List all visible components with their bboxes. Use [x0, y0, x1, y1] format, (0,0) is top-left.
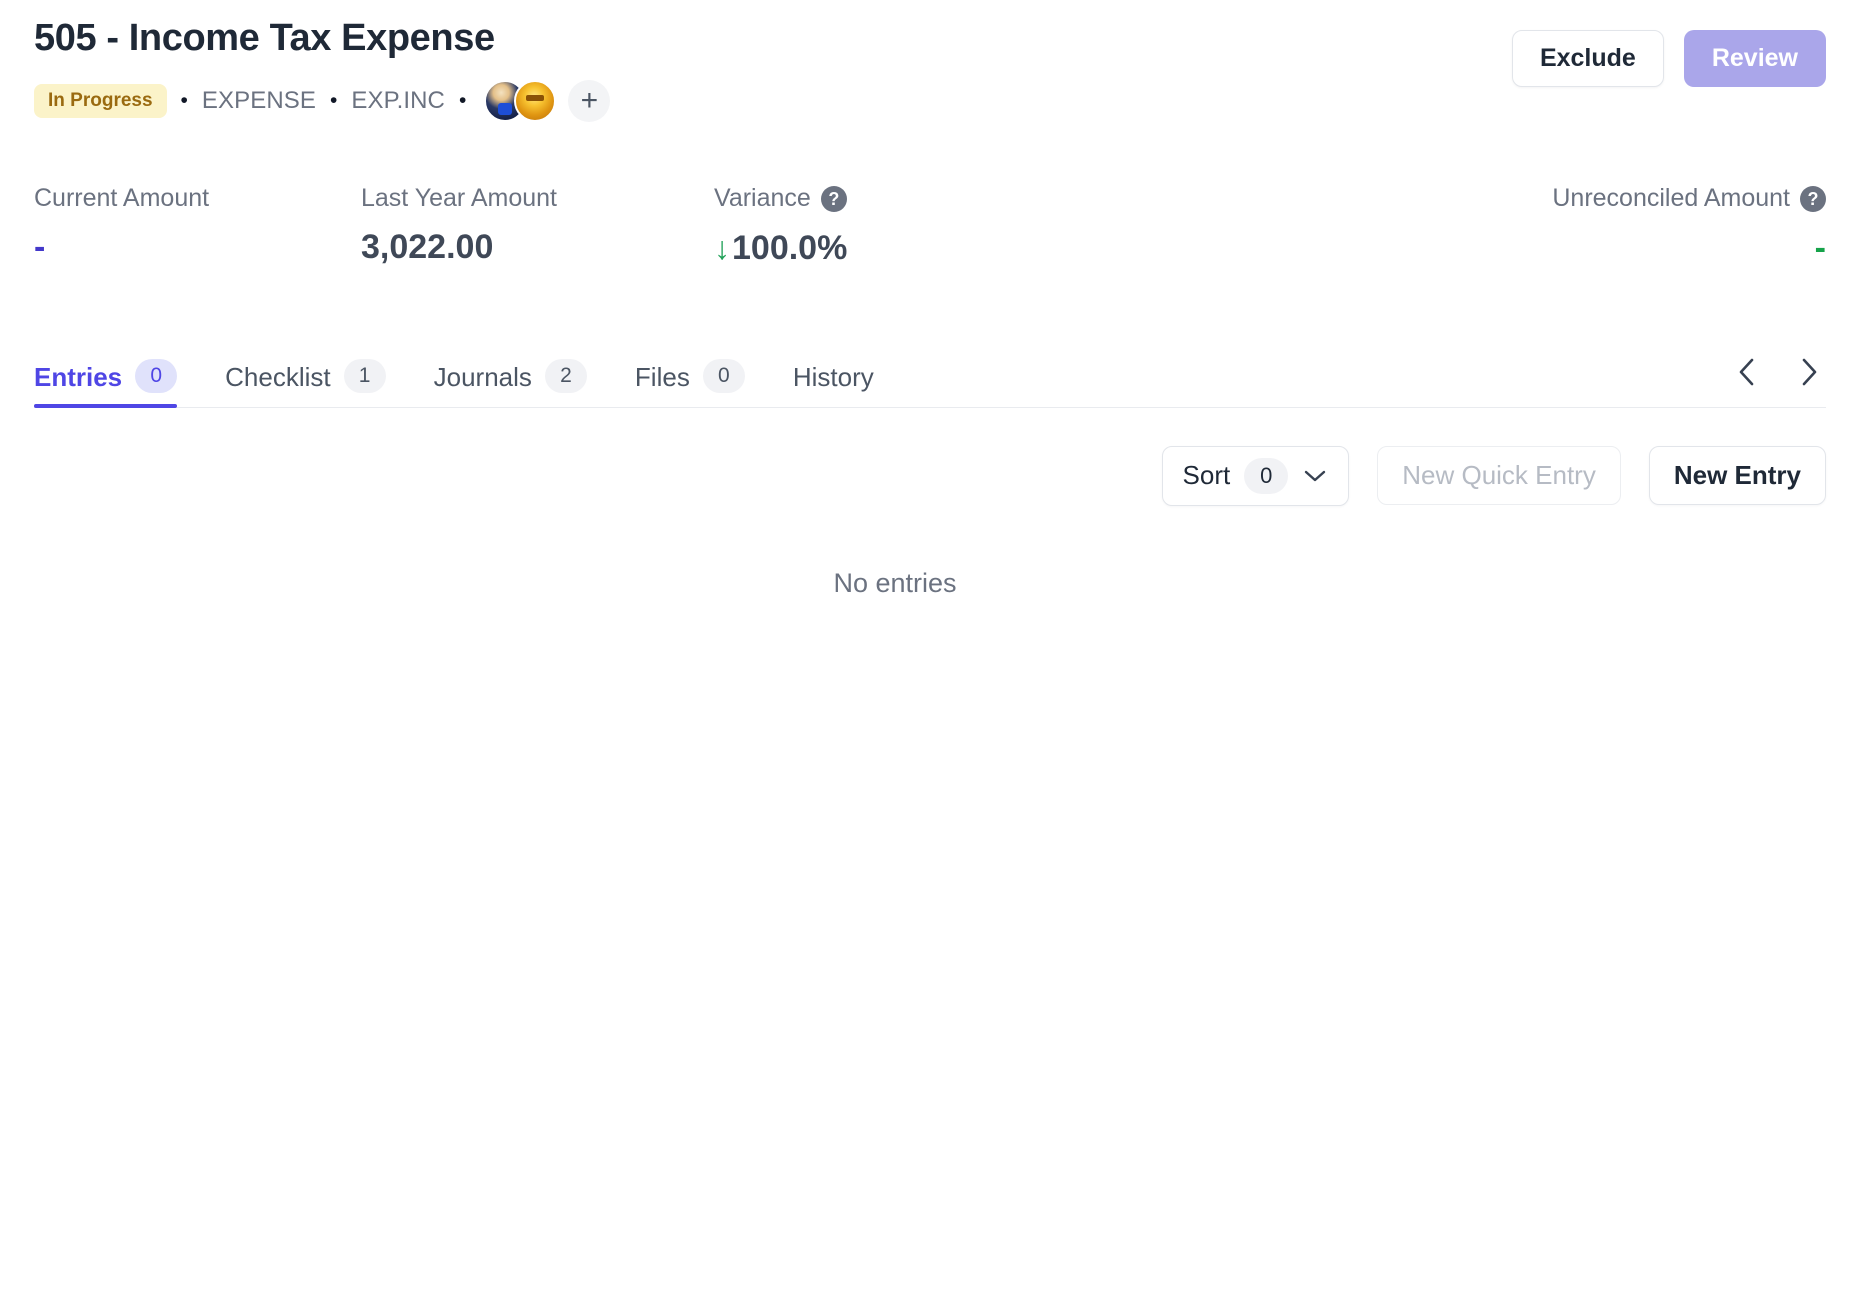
tab-label: Files	[634, 361, 690, 392]
empty-state-message: No entries	[833, 567, 957, 598]
assignee-avatars	[484, 79, 557, 122]
plus-icon: +	[580, 83, 599, 117]
tab-count-badge: 0	[135, 358, 178, 393]
metrics-row: Current Amount - Last Year Amount 3,022.…	[34, 183, 1826, 282]
tab-list: Entries 0 Checklist 1 Journals 2 Files 0…	[34, 348, 898, 408]
tab-label: History	[792, 361, 874, 392]
tab-checklist[interactable]: Checklist 1	[201, 348, 409, 407]
help-icon[interactable]: ?	[1800, 185, 1826, 212]
tab-count-badge: 1	[343, 358, 386, 393]
breadcrumb-exp-inc[interactable]: EXP.INC	[351, 87, 445, 115]
avatar[interactable]	[514, 79, 557, 122]
next-button[interactable]	[1792, 351, 1826, 393]
page-header: 505 - Income Tax Expense In Progress • E…	[34, 0, 1826, 122]
new-entry-button[interactable]: New Entry	[1648, 446, 1826, 506]
add-assignee-button[interactable]: +	[568, 79, 611, 122]
tab-count-badge: 2	[544, 358, 587, 393]
tab-entries[interactable]: Entries 0	[34, 348, 201, 408]
status-badge[interactable]: In Progress	[34, 83, 167, 118]
separator-dot: •	[180, 89, 188, 113]
tab-count-badge: 0	[702, 358, 745, 393]
metric-label-current-amount: Current Amount	[34, 183, 210, 212]
chevron-right-icon	[1802, 358, 1817, 385]
tab-files[interactable]: Files 0	[611, 348, 769, 407]
metric-label-last-year-amount: Last Year Amount	[361, 183, 557, 212]
tab-history[interactable]: History	[769, 348, 898, 407]
variance-percent: 100.0%	[732, 228, 848, 267]
metric-label-variance: Variance	[714, 184, 811, 213]
metric-last-year-amount: Last Year Amount 3,022.00	[361, 183, 557, 266]
chevron-down-icon	[1305, 470, 1326, 481]
metric-value-current-amount: -	[34, 227, 46, 266]
tab-label: Journals	[433, 361, 532, 392]
breadcrumb-expense[interactable]: EXPENSE	[202, 87, 316, 115]
separator-dot: •	[330, 89, 338, 113]
tab-label: Entries	[34, 361, 123, 392]
metric-label-unreconciled-amount: Unreconciled Amount	[1552, 184, 1790, 213]
subtitle-row: In Progress • EXPENSE • EXP.INC • +	[34, 79, 611, 122]
tab-label: Checklist	[225, 361, 331, 392]
header-actions: Exclude Review	[1511, 16, 1826, 87]
chevron-left-icon	[1739, 358, 1754, 385]
metric-current-amount: Current Amount -	[34, 183, 210, 266]
metric-variance: Variance ? ↓100.0%	[714, 184, 847, 265]
tabs-bar: Entries 0 Checklist 1 Journals 2 Files 0…	[34, 348, 1826, 408]
previous-button[interactable]	[1730, 351, 1764, 393]
sort-button[interactable]: Sort 0	[1161, 445, 1350, 506]
help-icon[interactable]: ?	[820, 185, 847, 212]
separator-dot: •	[459, 89, 467, 113]
metric-unreconciled-amount: Unreconciled Amount ? -	[1552, 184, 1826, 267]
review-button[interactable]: Review	[1683, 30, 1826, 87]
arrow-down-icon: ↓	[714, 229, 730, 266]
exclude-button[interactable]: Exclude	[1511, 30, 1664, 87]
sort-label: Sort	[1182, 460, 1231, 491]
tab-journals[interactable]: Journals 2	[410, 348, 611, 407]
sort-count-badge: 0	[1244, 457, 1289, 494]
metric-value-variance: ↓100.0%	[714, 231, 847, 265]
title-block: 505 - Income Tax Expense In Progress • E…	[34, 16, 611, 122]
metric-value-unreconciled-amount: -	[1814, 228, 1826, 267]
new-quick-entry-button[interactable]: New Quick Entry	[1377, 446, 1621, 506]
page-title: 505 - Income Tax Expense	[34, 17, 495, 59]
metric-value-last-year-amount: 3,022.00	[361, 227, 494, 266]
entries-toolbar: Sort 0 New Quick Entry New Entry	[34, 445, 1826, 506]
account-detail-page: 505 - Income Tax Expense In Progress • E…	[0, 0, 1860, 1298]
tab-navigation	[1730, 351, 1826, 407]
